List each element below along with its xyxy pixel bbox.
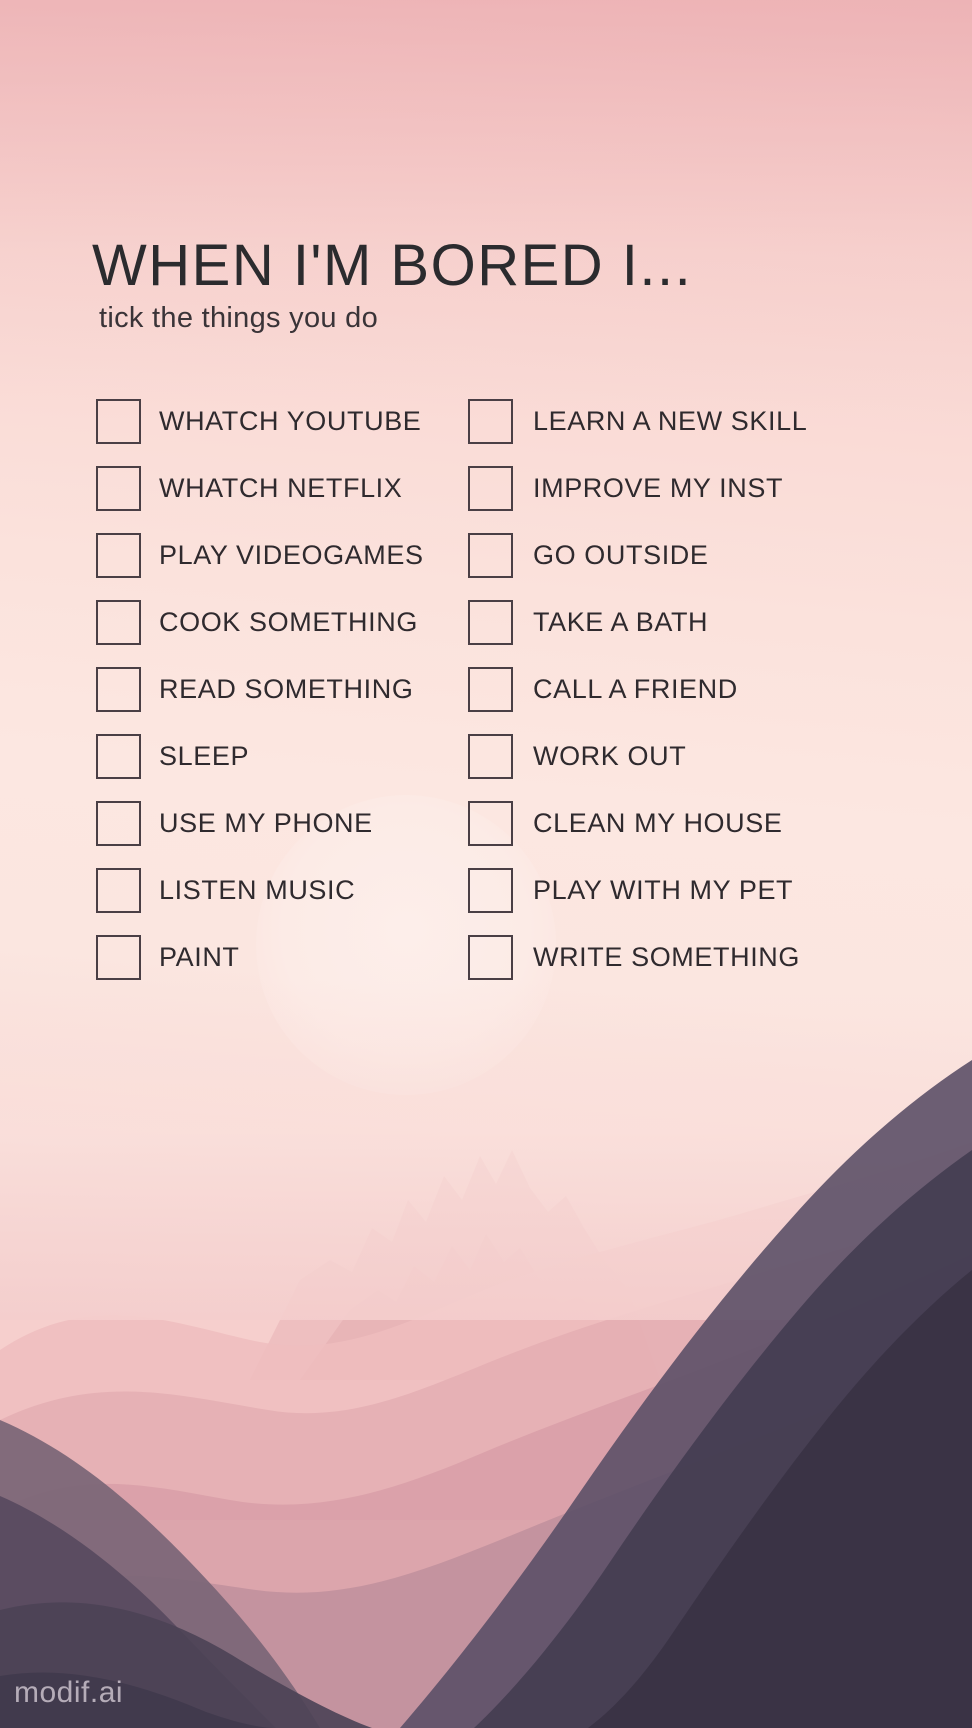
- checklist-item-label: WHATCH NETFLIX: [159, 473, 403, 503]
- checklist-item[interactable]: PLAY VIDEOGAMES: [96, 522, 476, 589]
- checkbox-icon[interactable]: [96, 801, 141, 846]
- checkbox-icon[interactable]: [96, 667, 141, 712]
- checklist-item-label: PAINT: [159, 942, 240, 972]
- checklist-item-label: GO OUTSIDE: [533, 540, 709, 570]
- checklist-column-left: WHATCH YOUTUBE WHATCH NETFLIX PLAY VIDEO…: [96, 388, 476, 991]
- checklist: WHATCH YOUTUBE WHATCH NETFLIX PLAY VIDEO…: [0, 388, 972, 991]
- checkbox-icon[interactable]: [468, 466, 513, 511]
- checklist-item[interactable]: PLAY WITH MY PET: [468, 857, 868, 924]
- checkbox-icon[interactable]: [96, 466, 141, 511]
- checklist-item[interactable]: COOK SOMETHING: [96, 589, 476, 656]
- checklist-item[interactable]: CLEAN MY HOUSE: [468, 790, 868, 857]
- checkbox-icon[interactable]: [468, 734, 513, 779]
- checklist-item-label: CALL A FRIEND: [533, 674, 738, 704]
- checklist-item-label: WHATCH YOUTUBE: [159, 406, 422, 436]
- checkbox-icon[interactable]: [96, 935, 141, 980]
- checklist-item-label: READ SOMETHING: [159, 674, 414, 704]
- checklist-item-label: TAKE A BATH: [533, 607, 709, 637]
- checklist-item[interactable]: WHATCH NETFLIX: [96, 455, 476, 522]
- checklist-item[interactable]: USE MY PHONE: [96, 790, 476, 857]
- checklist-item[interactable]: WHATCH YOUTUBE: [96, 388, 476, 455]
- checkbox-icon[interactable]: [96, 734, 141, 779]
- page-title: WHEN I'M BORED I...: [92, 233, 693, 298]
- checklist-item[interactable]: LISTEN MUSIC: [96, 857, 476, 924]
- checklist-item-label: WORK OUT: [533, 741, 687, 771]
- checkbox-icon[interactable]: [96, 399, 141, 444]
- checklist-item[interactable]: GO OUTSIDE: [468, 522, 868, 589]
- checkbox-icon[interactable]: [468, 600, 513, 645]
- checklist-item-label: COOK SOMETHING: [159, 607, 418, 637]
- checklist-item-label: CLEAN MY HOUSE: [533, 808, 783, 838]
- checkbox-icon[interactable]: [468, 399, 513, 444]
- poster-content: WHEN I'M BORED I... tick the things you …: [0, 0, 972, 1728]
- checklist-item-label: USE MY PHONE: [159, 808, 373, 838]
- checklist-item[interactable]: TAKE A BATH: [468, 589, 868, 656]
- checkbox-icon[interactable]: [468, 533, 513, 578]
- checklist-item-label: IMPROVE MY INST: [533, 473, 784, 503]
- checkbox-icon[interactable]: [468, 935, 513, 980]
- checklist-item[interactable]: SLEEP: [96, 723, 476, 790]
- checklist-column-right: LEARN A NEW SKILL IMPROVE MY INST GO OUT…: [468, 388, 868, 991]
- checkbox-icon[interactable]: [96, 533, 141, 578]
- checklist-item[interactable]: LEARN A NEW SKILL: [468, 388, 868, 455]
- page-subtitle: tick the things you do: [99, 302, 379, 334]
- checklist-item[interactable]: PAINT: [96, 924, 476, 991]
- checklist-item[interactable]: WRITE SOMETHING: [468, 924, 868, 991]
- checklist-item-label: PLAY VIDEOGAMES: [159, 540, 424, 570]
- checkbox-icon[interactable]: [468, 868, 513, 913]
- checklist-item-label: LEARN A NEW SKILL: [533, 406, 808, 436]
- checklist-item-label: SLEEP: [159, 741, 250, 771]
- checkbox-icon[interactable]: [468, 667, 513, 712]
- checklist-item-label: LISTEN MUSIC: [159, 875, 356, 905]
- checklist-item[interactable]: WORK OUT: [468, 723, 868, 790]
- checkbox-icon[interactable]: [96, 868, 141, 913]
- checklist-item-label: PLAY WITH MY PET: [533, 875, 794, 905]
- checklist-item[interactable]: IMPROVE MY INST: [468, 455, 868, 522]
- checklist-item-label: WRITE SOMETHING: [533, 942, 800, 972]
- checkbox-icon[interactable]: [96, 600, 141, 645]
- checklist-item[interactable]: READ SOMETHING: [96, 656, 476, 723]
- checklist-item[interactable]: CALL A FRIEND: [468, 656, 868, 723]
- checkbox-icon[interactable]: [468, 801, 513, 846]
